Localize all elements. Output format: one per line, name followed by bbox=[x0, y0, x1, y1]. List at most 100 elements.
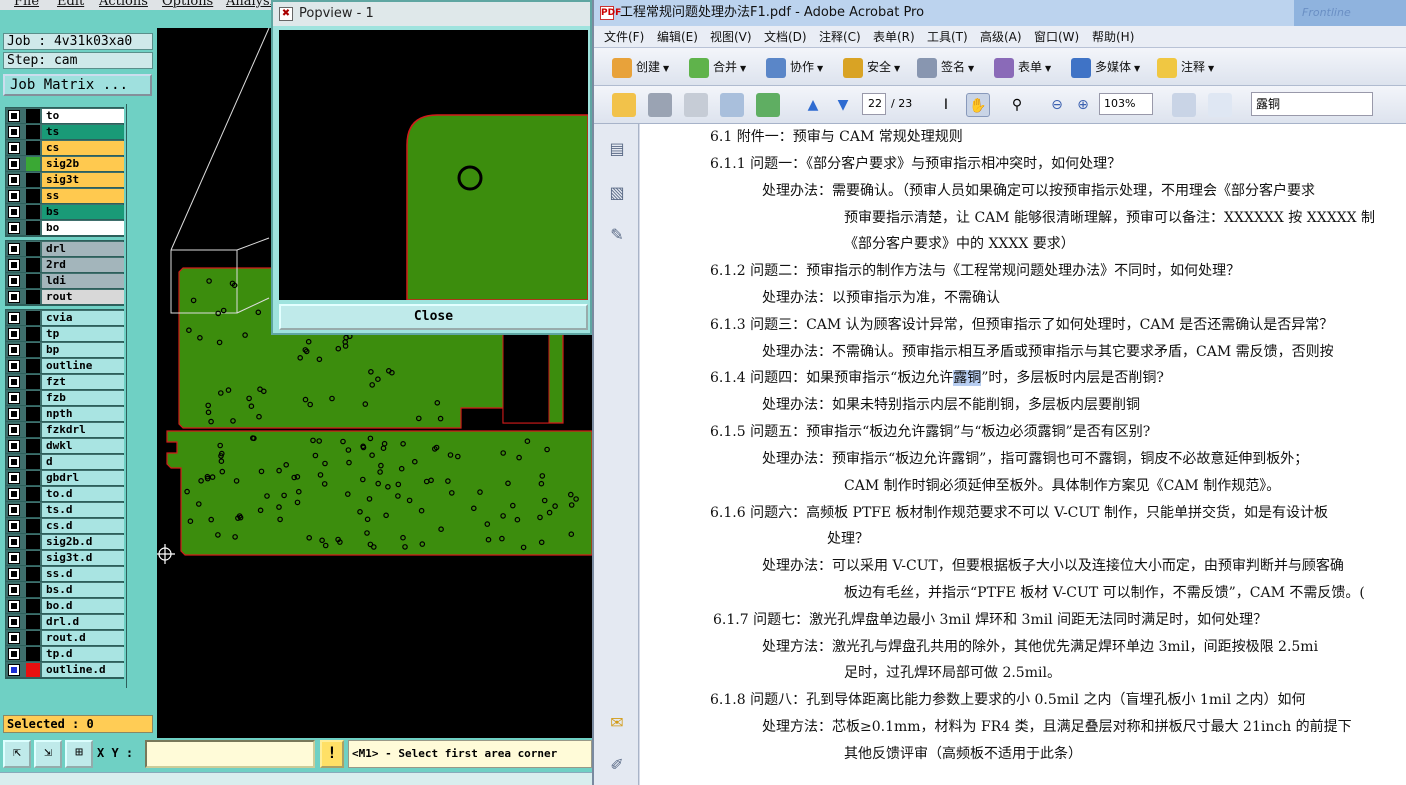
layer-affected-checkbox[interactable] bbox=[8, 344, 20, 356]
layer-display-swatch[interactable] bbox=[26, 311, 40, 325]
zoom-out-icon[interactable]: ⊖ bbox=[1045, 93, 1069, 117]
document-page[interactable]: 6.1 附件一：预审与 CAM 常规处理规则 6.1.1 问题一：《部分客户要求… bbox=[640, 124, 1406, 785]
secure-button[interactable]: 安全 ▼ bbox=[843, 56, 900, 78]
menu-view[interactable]: 视图(V) bbox=[710, 28, 752, 45]
layer-affected-checkbox[interactable] bbox=[8, 584, 20, 596]
layer-row-npth[interactable]: npth bbox=[6, 406, 124, 422]
layer-affected-checkbox[interactable] bbox=[8, 632, 20, 644]
layer-row-bs-d[interactable]: bs.d bbox=[6, 582, 124, 598]
layer-row-sig3t[interactable]: sig3t bbox=[6, 172, 124, 188]
layer-row-ldi[interactable]: ldi bbox=[6, 273, 124, 289]
page-number-input[interactable]: 22 bbox=[862, 93, 886, 115]
layer-affected-checkbox[interactable] bbox=[8, 312, 20, 324]
pages-icon[interactable]: ▤ bbox=[606, 138, 628, 160]
comment-button[interactable]: 注释 ▼ bbox=[1157, 56, 1214, 78]
create-button[interactable]: 创建 ▼ bbox=[612, 56, 669, 78]
layer-row-outline[interactable]: outline bbox=[6, 358, 124, 374]
layer-affected-checkbox[interactable] bbox=[8, 552, 20, 564]
alert-button[interactable]: ! bbox=[320, 740, 344, 768]
layer-row-cvia[interactable]: cvia bbox=[6, 310, 124, 326]
layer-row-bs[interactable]: bs bbox=[6, 204, 124, 220]
layer-row-to-d[interactable]: to.d bbox=[6, 486, 124, 502]
layer-affected-checkbox[interactable] bbox=[8, 275, 20, 287]
layer-affected-checkbox[interactable] bbox=[8, 664, 20, 676]
signatures-icon[interactable]: ✎ bbox=[606, 224, 628, 246]
menu-comments[interactable]: 注释(C) bbox=[819, 28, 861, 45]
layer-row-to[interactable]: to bbox=[6, 108, 124, 124]
cam-menu-file[interactable]: File bbox=[14, 0, 39, 9]
menu-forms[interactable]: 表单(R) bbox=[873, 28, 915, 45]
cam-menu-edit[interactable]: Edit bbox=[57, 0, 84, 9]
comments-pane-icon[interactable]: ✉ bbox=[606, 712, 628, 734]
menu-window[interactable]: 窗口(W) bbox=[1034, 28, 1079, 45]
print-icon[interactable] bbox=[648, 93, 672, 117]
layer-display-swatch[interactable] bbox=[26, 109, 40, 123]
marquee-zoom-icon[interactable]: ⚲ bbox=[1005, 93, 1029, 117]
layer-display-swatch[interactable] bbox=[26, 327, 40, 341]
zoom-level-select[interactable]: 103% bbox=[1099, 93, 1153, 115]
layer-display-swatch[interactable] bbox=[26, 663, 40, 677]
fit-width-icon[interactable] bbox=[1172, 93, 1196, 117]
layer-display-swatch[interactable] bbox=[26, 631, 40, 645]
layer-display-swatch[interactable] bbox=[26, 125, 40, 139]
layer-affected-checkbox[interactable] bbox=[8, 126, 20, 138]
layer-display-swatch[interactable] bbox=[26, 242, 40, 256]
layer-display-swatch[interactable] bbox=[26, 583, 40, 597]
layer-affected-checkbox[interactable] bbox=[8, 259, 20, 271]
combine-button[interactable]: 合并 ▼ bbox=[689, 56, 746, 78]
layer-display-swatch[interactable] bbox=[26, 551, 40, 565]
layer-affected-checkbox[interactable] bbox=[8, 472, 20, 484]
menu-document[interactable]: 文档(D) bbox=[764, 28, 807, 45]
zoom-area-tool-icon[interactable]: ⇱ bbox=[3, 740, 31, 768]
layer-affected-checkbox[interactable] bbox=[8, 424, 20, 436]
next-page-icon[interactable]: ▼ bbox=[831, 93, 855, 117]
layer-affected-checkbox[interactable] bbox=[8, 142, 20, 154]
layer-row-dwkl[interactable]: dwkl bbox=[6, 438, 124, 454]
layer-display-swatch[interactable] bbox=[26, 157, 40, 171]
layer-row-outline-d[interactable]: outline.d bbox=[6, 662, 124, 678]
layer-display-swatch[interactable] bbox=[26, 535, 40, 549]
menu-tools[interactable]: 工具(T) bbox=[927, 28, 968, 45]
layer-row-drl[interactable]: drl bbox=[6, 241, 124, 257]
snap-grid-icon[interactable]: ⊞ bbox=[65, 740, 93, 768]
close-button[interactable]: Close bbox=[279, 304, 588, 330]
menu-file[interactable]: 文件(F) bbox=[604, 28, 644, 45]
xy-coordinate-input[interactable] bbox=[145, 740, 315, 768]
layer-display-swatch[interactable] bbox=[26, 391, 40, 405]
layer-display-swatch[interactable] bbox=[26, 423, 40, 437]
layer-row-2rd[interactable]: 2rd bbox=[6, 257, 124, 273]
layer-display-swatch[interactable] bbox=[26, 615, 40, 629]
web-upload-icon[interactable] bbox=[756, 93, 780, 117]
layer-row-tp[interactable]: tp bbox=[6, 326, 124, 342]
popview-canvas[interactable] bbox=[279, 30, 589, 301]
layer-row-ts-d[interactable]: ts.d bbox=[6, 502, 124, 518]
layer-row-tp-d[interactable]: tp.d bbox=[6, 646, 124, 662]
layer-display-swatch[interactable] bbox=[26, 290, 40, 304]
layer-display-swatch[interactable] bbox=[26, 173, 40, 187]
save-icon[interactable] bbox=[684, 93, 708, 117]
layer-display-swatch[interactable] bbox=[26, 375, 40, 389]
layer-display-swatch[interactable] bbox=[26, 439, 40, 453]
popview-titlebar[interactable]: ✖ Popview - 1 bbox=[273, 2, 590, 26]
layer-row-drl-d[interactable]: drl.d bbox=[6, 614, 124, 630]
layer-affected-checkbox[interactable] bbox=[8, 158, 20, 170]
open-folder-icon[interactable] bbox=[612, 93, 636, 117]
select-text-icon[interactable]: I bbox=[934, 93, 958, 117]
layer-affected-checkbox[interactable] bbox=[8, 206, 20, 218]
layer-affected-checkbox[interactable] bbox=[8, 408, 20, 420]
layer-display-swatch[interactable] bbox=[26, 455, 40, 469]
layer-affected-checkbox[interactable] bbox=[8, 291, 20, 303]
layer-affected-checkbox[interactable] bbox=[8, 376, 20, 388]
cam-menu-actions[interactable]: Actions bbox=[99, 0, 148, 9]
layer-display-swatch[interactable] bbox=[26, 189, 40, 203]
layer-display-swatch[interactable] bbox=[26, 407, 40, 421]
multimedia-button[interactable]: 多媒体 ▼ bbox=[1071, 56, 1140, 78]
layer-affected-checkbox[interactable] bbox=[8, 520, 20, 532]
layer-affected-checkbox[interactable] bbox=[8, 616, 20, 628]
layer-display-swatch[interactable] bbox=[26, 141, 40, 155]
layer-list-scrollbar[interactable] bbox=[126, 104, 152, 688]
layer-affected-checkbox[interactable] bbox=[8, 600, 20, 612]
zoom-in-icon[interactable]: ⊕ bbox=[1071, 93, 1095, 117]
layer-display-swatch[interactable] bbox=[26, 343, 40, 357]
layer-display-swatch[interactable] bbox=[26, 205, 40, 219]
